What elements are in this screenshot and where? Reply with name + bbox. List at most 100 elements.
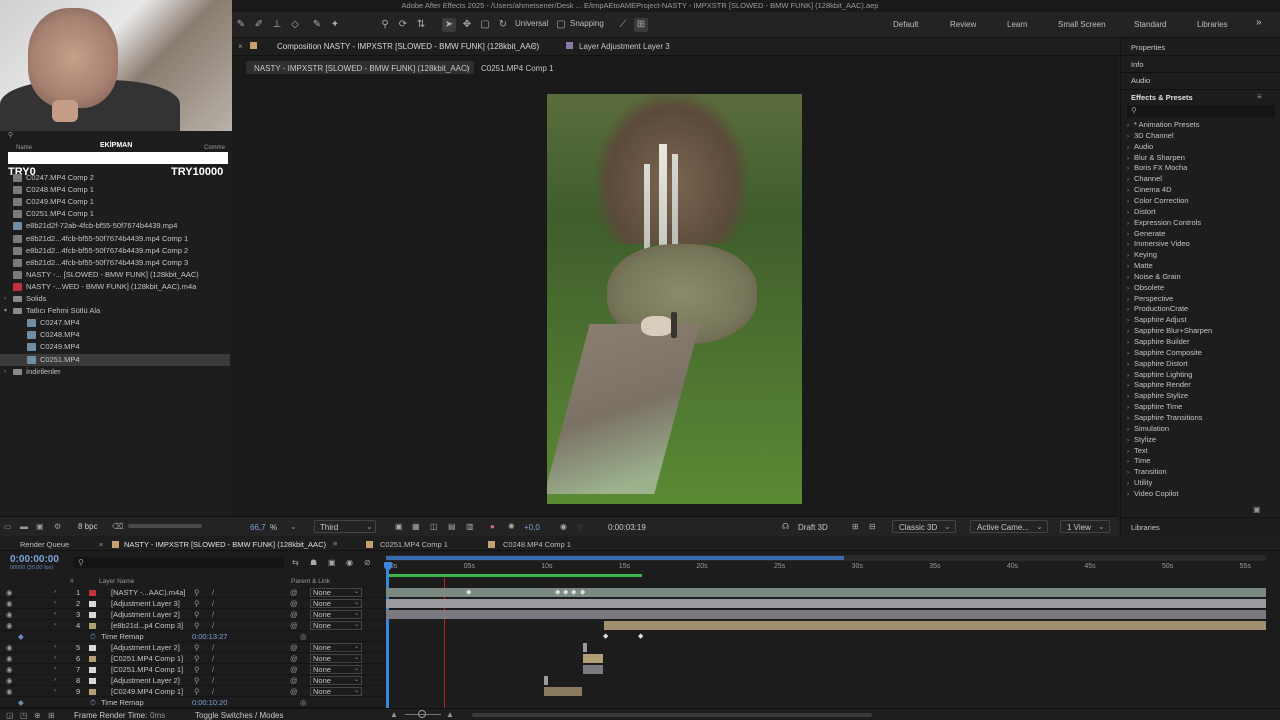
- chevron-down-icon[interactable]: ⌄: [290, 522, 297, 531]
- shy-switch-icon[interactable]: ⚲: [194, 664, 200, 675]
- breadcrumb-sub[interactable]: C0251.MP4 Comp 1: [481, 64, 553, 73]
- work-area-bar[interactable]: [386, 556, 844, 560]
- effects-menu-icon[interactable]: ≡: [1257, 92, 1262, 101]
- 3d-ground-icon[interactable]: ⊞: [852, 522, 859, 531]
- project-item[interactable]: C0249.MP4: [0, 341, 230, 353]
- twirl-arrow-icon[interactable]: ›: [54, 675, 56, 686]
- layer-label-color[interactable]: [89, 590, 96, 596]
- pickwhip-icon[interactable]: @: [290, 598, 298, 609]
- workspace-learn[interactable]: Learn: [1007, 20, 1027, 29]
- move-icon[interactable]: ✥: [460, 18, 474, 32]
- layer-name[interactable]: [C0251.MP4 Comp 1]: [111, 653, 191, 664]
- shy-switch-icon[interactable]: ⚲: [194, 598, 200, 609]
- effect-category[interactable]: › Generate: [1127, 228, 1277, 239]
- project-item[interactable]: e8b21d2f-72ab-4fcb-bf55-50f7674b4439.mp4: [0, 220, 230, 232]
- shy-icon[interactable]: ▣: [328, 558, 336, 567]
- brush-tool-icon[interactable]: ✐: [252, 18, 266, 32]
- effect-category[interactable]: › * Animation Presets: [1127, 119, 1277, 130]
- color-channels-icon[interactable]: ●: [490, 522, 495, 531]
- effect-category[interactable]: › Sapphire Distort: [1127, 358, 1277, 369]
- toggle-switches-modes[interactable]: Toggle Switches / Modes: [195, 711, 284, 720]
- effect-category[interactable]: › Time: [1127, 455, 1277, 466]
- time-remap-label[interactable]: Time Remap: [101, 631, 144, 642]
- project-item[interactable]: NASTY -... [SLOWED - BMW FUNK] (128kbit_…: [0, 269, 230, 281]
- effect-category[interactable]: › Noise & Grain: [1127, 271, 1277, 282]
- twirl-arrow-icon[interactable]: ›: [54, 609, 56, 620]
- guides-icon[interactable]: ▤: [448, 522, 456, 531]
- effect-category[interactable]: › Cinema 4D: [1127, 184, 1277, 195]
- layer-name-col[interactable]: Layer Name: [99, 578, 134, 585]
- disclosure-arrow-icon[interactable]: ▾: [4, 305, 7, 317]
- mask-icon[interactable]: ◫: [430, 522, 438, 531]
- grid-view-icon[interactable]: ▥: [466, 522, 474, 531]
- render-queue-tab[interactable]: Render Queue: [20, 540, 69, 549]
- quality-switch-icon[interactable]: /: [212, 609, 214, 620]
- disclosure-arrow-icon[interactable]: ›: [4, 366, 6, 378]
- project-item[interactable]: e8b21d2...4fcb-bf55-50f7674b4439.mp4 Com…: [0, 233, 230, 245]
- layer-label-color[interactable]: [89, 677, 96, 684]
- audio-header[interactable]: Audio: [1131, 76, 1150, 85]
- parent-col[interactable]: Parent & Link: [291, 578, 330, 585]
- roto-brush-icon[interactable]: ✎: [310, 18, 324, 32]
- workspace-libraries[interactable]: Libraries: [1197, 20, 1228, 29]
- project-item[interactable]: C0251.MP4: [0, 353, 230, 366]
- panel-menu-icon[interactable]: ≡: [532, 41, 537, 50]
- project-item[interactable]: › İndirilenler: [0, 366, 230, 378]
- keyframe-icon[interactable]: ◆: [571, 588, 576, 596]
- project-item[interactable]: ▾ Tatlıcı Fehmi Sütlü Ala: [0, 305, 230, 317]
- stopwatch-icon[interactable]: ⏱: [90, 697, 96, 708]
- project-item[interactable]: C0247.MP4 Comp 2: [0, 172, 230, 184]
- keyframe-icon[interactable]: ◆: [563, 588, 568, 596]
- project-item[interactable]: C0251.MP4 Comp 1: [0, 208, 230, 220]
- zoom-value[interactable]: 66,7: [250, 523, 266, 532]
- layer-name[interactable]: [e8b21d...p4 Comp 3]: [111, 620, 191, 631]
- eye-icon[interactable]: ◉: [6, 675, 13, 686]
- frame-blending-icon[interactable]: ◉: [346, 558, 353, 567]
- layer-name[interactable]: [Adjustment Layer 2]: [111, 675, 191, 686]
- extended-viewer-icon[interactable]: ⊟: [869, 522, 876, 531]
- keyframe-icon[interactable]: ◆: [580, 588, 585, 596]
- eye-icon[interactable]: ◉: [6, 664, 13, 675]
- layer-duration-bar[interactable]: [604, 620, 1266, 630]
- expression-icon[interactable]: ◎: [300, 697, 307, 708]
- pickwhip-icon[interactable]: @: [290, 642, 298, 653]
- playhead[interactable]: [386, 563, 389, 708]
- workspace-small-screen[interactable]: Small Screen: [1058, 20, 1106, 29]
- effect-category[interactable]: › Sapphire Time: [1127, 401, 1277, 412]
- layer-search-input[interactable]: [74, 557, 284, 568]
- layer-label-color[interactable]: [89, 666, 96, 673]
- effect-category[interactable]: › Video Copilot: [1127, 488, 1277, 499]
- shy-switch-icon[interactable]: ⚲: [194, 675, 200, 686]
- layer-name[interactable]: [C0249.MP4 Comp 1]: [111, 686, 191, 697]
- effect-category[interactable]: › Immersive Video: [1127, 238, 1277, 249]
- effect-category[interactable]: › Keying: [1127, 249, 1277, 260]
- quality-switch-icon[interactable]: /: [212, 675, 214, 686]
- quality-switch-icon[interactable]: /: [212, 620, 214, 631]
- c0248-tab[interactable]: C0248.MP4 Comp 1: [503, 540, 571, 549]
- effect-category[interactable]: › Channel: [1127, 173, 1277, 184]
- layer-duration-bar[interactable]: [583, 664, 603, 674]
- eye-icon[interactable]: ◉: [6, 686, 13, 697]
- effect-category[interactable]: › Simulation: [1127, 423, 1277, 434]
- timeline-current-time[interactable]: 0:00:00:00: [10, 554, 59, 565]
- in-out-icon[interactable]: ⊕: [34, 711, 41, 720]
- layer-row[interactable]: ◉ › 5 [Adjustment Layer 2] ⚲ / @ None ⌄: [0, 642, 386, 653]
- twirl-arrow-icon[interactable]: ›: [54, 620, 56, 631]
- quality-switch-icon[interactable]: /: [212, 664, 214, 675]
- layer-duration-bar[interactable]: [583, 653, 603, 663]
- col-name[interactable]: Name: [16, 145, 32, 151]
- keyframe-icon[interactable]: ◆: [603, 632, 608, 640]
- time-remap-label[interactable]: Time Remap: [101, 697, 144, 708]
- layer-name[interactable]: [Adjustment Layer 2]: [111, 609, 191, 620]
- pickwhip-icon[interactable]: @: [290, 653, 298, 664]
- effect-category[interactable]: › Sapphire Transitions: [1127, 412, 1277, 423]
- workspace-review[interactable]: Review: [950, 20, 976, 29]
- project-item[interactable]: NASTY -...WED - BMW FUNK] (128kbit_AAC).…: [0, 281, 230, 293]
- layer-row[interactable]: ◆ ⏱ Time Remap 0:00:13:27 ◎: [0, 631, 386, 642]
- shy-switch-icon[interactable]: ⚲: [194, 642, 200, 653]
- layer-label-color[interactable]: [89, 655, 96, 662]
- color-management-icon[interactable]: ✺: [508, 522, 515, 531]
- project-item[interactable]: C0248.MP4 Comp 1: [0, 184, 230, 196]
- composition-tab[interactable]: Composition NASTY - IMPXSTR [SLOWED - BM…: [277, 42, 539, 51]
- pickwhip-icon[interactable]: @: [290, 587, 298, 598]
